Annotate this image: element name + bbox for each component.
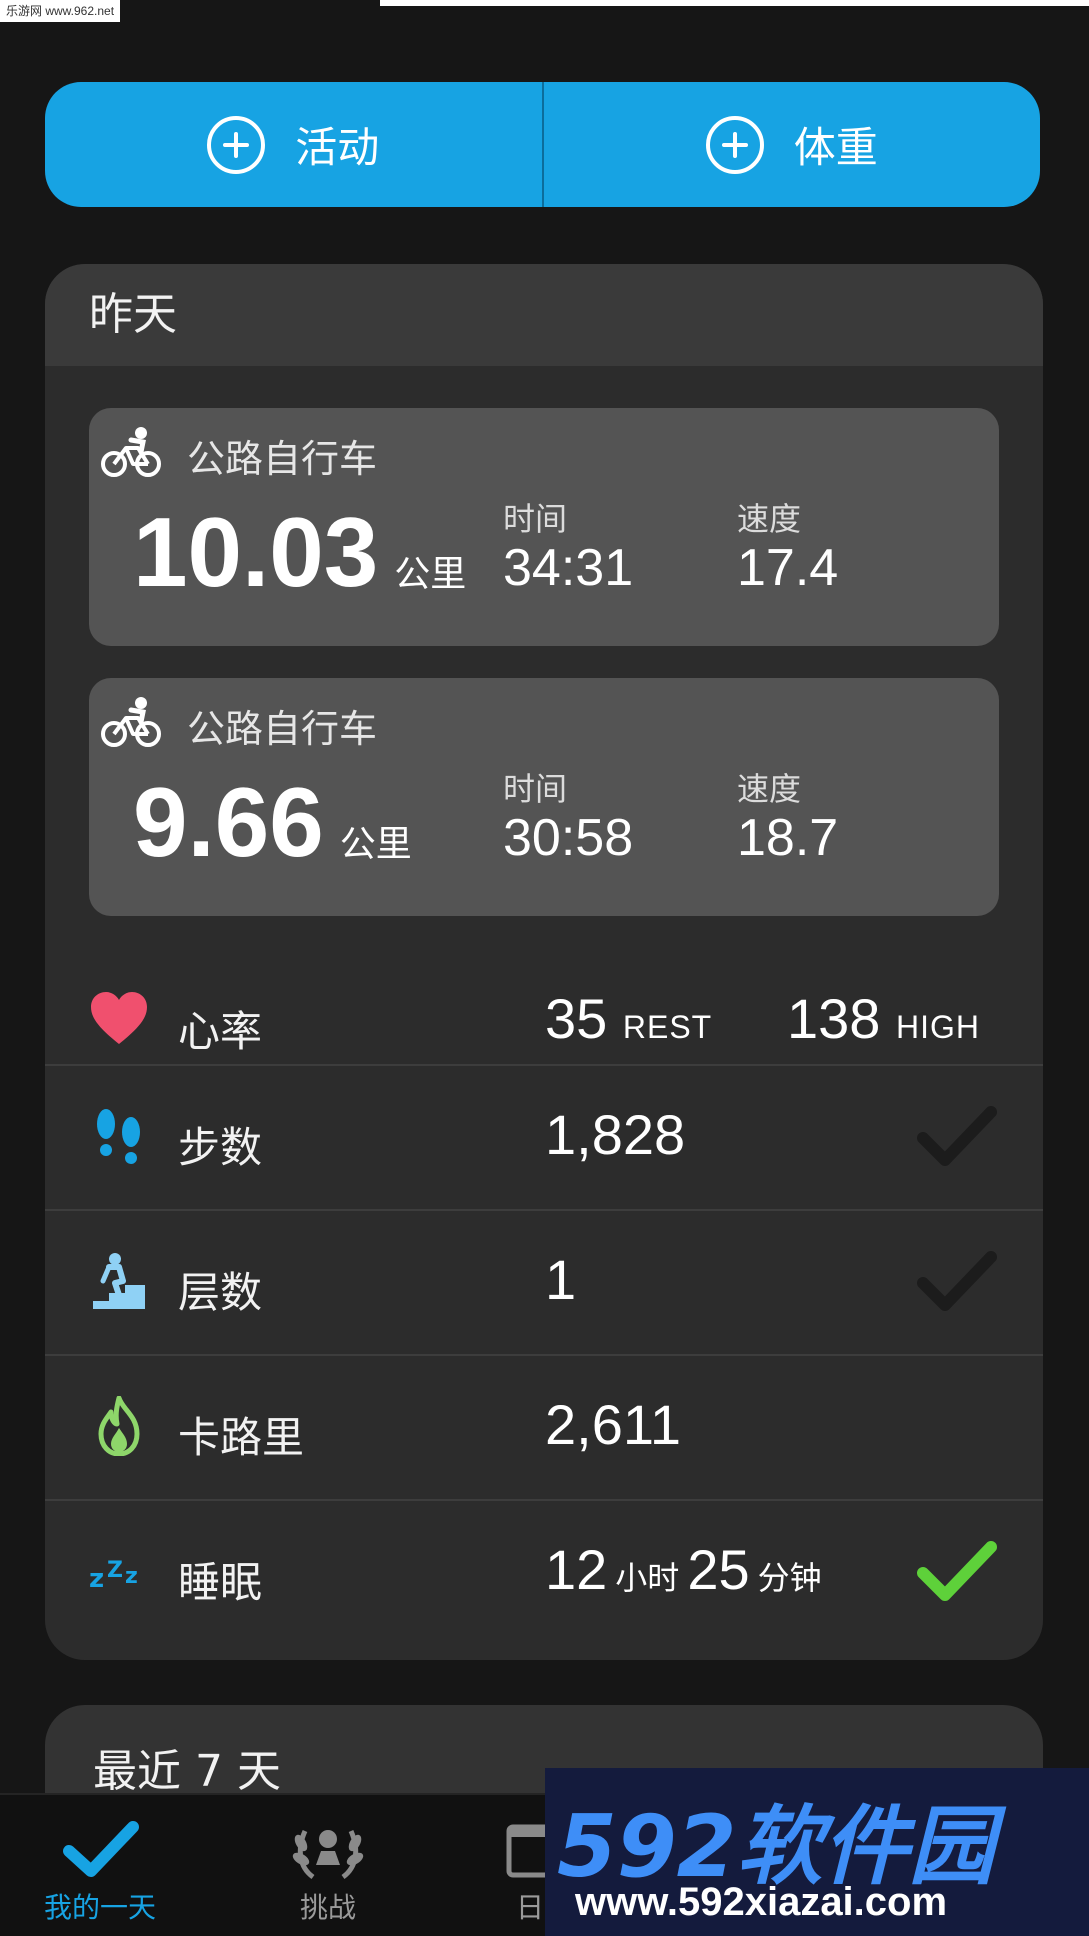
floors-value: 1 [545,1248,577,1311]
svg-text:Z: Z [107,1558,123,1583]
sleep-minutes: 25 [687,1538,750,1601]
bicycle-icon [101,697,161,747]
sleep-label: 睡眠 [178,1558,263,1607]
distance-unit: 公里 [394,553,467,594]
activity-name: 公路自行车 [187,707,378,751]
tab-my-day[interactable]: 我的一天 [0,1795,200,1936]
sleep-minutes-unit: 分钟 [757,1560,822,1596]
speed-value: 18.7 [737,809,839,867]
sleep-hours-unit: 小时 [615,1560,680,1596]
speed-label: 速度 [737,500,802,538]
heart-rate-high: 138 HIGH [787,986,980,1051]
steps-row[interactable]: 步数 1,828 [45,1064,1043,1210]
activity-tile[interactable]: 公路自行车 10.03 公里 时间 34:31 速度 17.4 [89,408,999,646]
calories-label: 卡路里 [178,1413,305,1462]
svg-text:z: z [89,1564,104,1594]
add-activity-label: 活动 [295,123,380,172]
sleep-hours: 12 [545,1538,608,1601]
sleep-row[interactable]: z Z z 睡眠 12 小时 25 分钟 [45,1499,1043,1645]
quick-add-bar: 活动 体重 [45,82,1040,207]
add-weight-button[interactable]: 体重 [544,82,1041,207]
yesterday-card: 昨天 公路自行车 10.03 公里 时间 34:31 速度 17.4 公路自行车 … [45,264,1043,1660]
plus-circle-icon [705,115,764,174]
checkmark-icon [63,1821,139,1877]
activity-distance: 9.66 公里 [133,766,412,879]
heart-icon [91,992,147,1044]
laurel-wreath-icon [292,1829,364,1880]
svg-text:z: z [125,1564,138,1589]
stairs-climber-icon [93,1253,145,1309]
speed-value: 17.4 [737,539,839,597]
activity-name: 公路自行车 [187,437,378,481]
rest-value: 35 [545,987,608,1050]
activity-distance: 10.03 公里 [133,496,466,609]
watermark: 592软件园 www.592xiazai.com [545,1768,1089,1936]
high-value: 138 [787,987,881,1050]
yesterday-header[interactable]: 昨天 [45,264,1043,366]
time-label: 时间 [503,770,568,808]
bicycle-icon [101,427,161,477]
distance-value: 9.66 [133,767,324,877]
tab-my-day-label: 我的一天 [43,1891,156,1924]
high-unit: HIGH [896,1009,980,1045]
time-value: 30:58 [503,809,634,867]
activity-tile[interactable]: 公路自行车 9.66 公里 时间 30:58 速度 18.7 [89,678,999,916]
calories-row[interactable]: 卡路里 2,611 [45,1354,1043,1500]
steps-label: 步数 [178,1123,263,1172]
rest-unit: REST [622,1009,713,1045]
floors-label: 层数 [178,1268,263,1317]
tab-challenges[interactable]: 挑战 [228,1795,428,1936]
sleep-duration: 12 小时 25 分钟 [545,1537,830,1602]
time-value: 34:31 [503,539,634,597]
recent-7-days-title: 最近 7 天 [93,1746,281,1797]
time-label: 时间 [503,500,568,538]
heart-rate-rest: 35 REST [545,986,712,1051]
top-strip [380,0,1089,6]
steps-value: 1,828 [545,1103,686,1166]
heart-rate-label: 心率 [178,1007,263,1056]
zzz-icon: z Z z [89,1558,138,1594]
footprints-icon [97,1109,140,1164]
calories-value: 2,611 [545,1393,681,1456]
add-activity-button[interactable]: 活动 [45,82,542,207]
tab-challenges-label: 挑战 [299,1891,356,1924]
floors-row[interactable]: 层数 1 [45,1209,1043,1355]
distance-unit: 公里 [339,823,412,864]
flame-icon [98,1396,140,1456]
checkmark-icon [917,1251,997,1311]
speed-label: 速度 [737,770,802,808]
checkmark-icon [917,1541,997,1601]
watermark-url: www.592xiazai.com [575,1880,948,1924]
distance-value: 10.03 [133,497,379,607]
checkmark-icon [917,1106,997,1166]
add-weight-label: 体重 [793,123,878,172]
plus-circle-icon [207,115,266,174]
source-tag: 乐游网 www.962.net [0,0,121,22]
